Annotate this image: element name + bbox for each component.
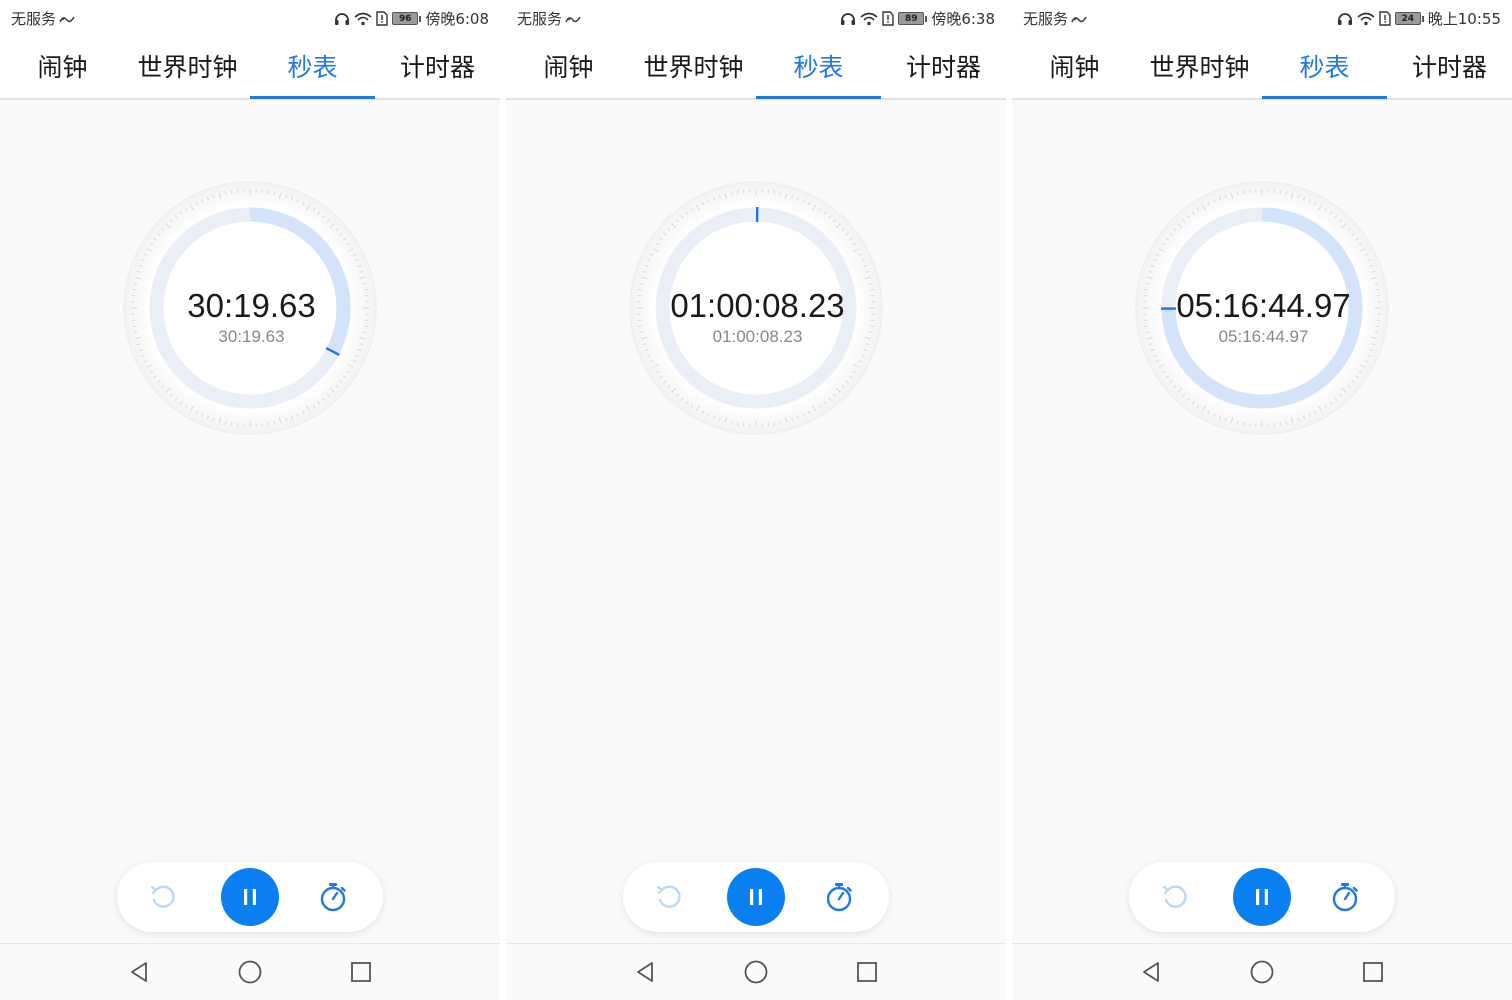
- back-icon: [1139, 960, 1163, 984]
- recents-button[interactable]: [853, 958, 881, 986]
- home-button[interactable]: [236, 958, 264, 986]
- carrier-label: 无服务: [11, 10, 57, 28]
- stopwatch-screen-2: 无服务 89 傍晚6:38 闹钟 世界时钟 秒表 计时器 01:00:08.23…: [506, 0, 1006, 1000]
- active-tab-indicator: [250, 96, 375, 99]
- battery-icon: 89: [898, 12, 928, 25]
- recents-button[interactable]: [347, 958, 375, 986]
- wifi-icon: [354, 12, 372, 26]
- lap-time: 30:19.63: [218, 327, 285, 346]
- pause-button[interactable]: [727, 868, 785, 926]
- pause-icon: [745, 886, 767, 908]
- lap-time: 01:00:08.23: [712, 327, 803, 346]
- tab-world-clock[interactable]: 世界时钟: [631, 34, 756, 98]
- tab-alarm[interactable]: 闹钟: [506, 34, 631, 98]
- elapsed-time: 30:19.63: [187, 287, 316, 324]
- wifi-icon: [1357, 12, 1375, 26]
- tab-bar: 闹钟 世界时钟 秒表 计时器: [1012, 34, 1512, 100]
- home-icon: [237, 959, 263, 985]
- headset-icon: [334, 12, 350, 26]
- reset-icon: [653, 881, 685, 913]
- pause-icon: [1251, 886, 1273, 908]
- no-signal-icon: [59, 13, 75, 25]
- back-icon: [633, 960, 657, 984]
- home-icon: [743, 959, 769, 985]
- tab-world-clock[interactable]: 世界时钟: [1137, 34, 1262, 98]
- tab-world-clock[interactable]: 世界时钟: [125, 34, 250, 98]
- status-time: 傍晚6:38: [931, 10, 995, 28]
- tab-stopwatch[interactable]: 秒表: [1262, 34, 1387, 98]
- control-bar: [117, 862, 383, 932]
- home-icon: [1249, 959, 1275, 985]
- active-tab-indicator: [1262, 96, 1387, 99]
- tab-stopwatch[interactable]: 秒表: [756, 34, 881, 98]
- control-bar: [1129, 862, 1395, 932]
- status-time: 晚上10:55: [1427, 10, 1501, 28]
- recents-button[interactable]: [1359, 958, 1387, 986]
- pause-icon: [239, 886, 261, 908]
- recents-icon: [855, 960, 879, 984]
- headset-icon: [840, 12, 856, 26]
- battery-icon: 96: [392, 12, 422, 25]
- tab-timer[interactable]: 计时器: [375, 34, 500, 98]
- tab-timer[interactable]: 计时器: [1387, 34, 1512, 98]
- reset-icon: [1159, 881, 1191, 913]
- active-tab-indicator: [756, 96, 881, 99]
- wifi-icon: [860, 12, 878, 26]
- home-button[interactable]: [742, 958, 770, 986]
- control-bar: [623, 862, 889, 932]
- back-button[interactable]: [1137, 958, 1165, 986]
- elapsed-time: 01:00:08.23: [670, 287, 845, 324]
- sim-icon: [376, 11, 389, 26]
- tab-timer[interactable]: 计时器: [881, 34, 1006, 98]
- stopwatch-screen-1: 无服务 96 傍晚6:08 闹钟 世界时钟 秒表 计时器 30:19.63 30…: [0, 0, 500, 1000]
- sim-icon: [1379, 11, 1391, 26]
- system-nav-bar: [506, 943, 1006, 1000]
- system-nav-bar: [0, 943, 500, 1000]
- lap-button[interactable]: [315, 879, 351, 915]
- tab-alarm[interactable]: 闹钟: [0, 34, 125, 98]
- back-button[interactable]: [631, 958, 659, 986]
- status-bar: 无服务 24 晚上10:55: [1012, 0, 1512, 34]
- status-time: 傍晚6:08: [425, 10, 489, 28]
- home-button[interactable]: [1248, 958, 1276, 986]
- no-signal-icon: [1071, 13, 1087, 25]
- tab-bar: 闹钟 世界时钟 秒表 计时器: [0, 34, 500, 100]
- tab-stopwatch[interactable]: 秒表: [250, 34, 375, 98]
- reset-button[interactable]: [651, 879, 687, 915]
- status-bar: 无服务 89 傍晚6:38: [506, 0, 1006, 34]
- lap-stopwatch-icon: [1330, 881, 1360, 913]
- back-button[interactable]: [125, 958, 153, 986]
- no-signal-icon: [565, 13, 581, 25]
- reset-button[interactable]: [145, 879, 181, 915]
- carrier-label: 无服务: [517, 10, 563, 28]
- back-icon: [127, 960, 151, 984]
- lap-stopwatch-icon: [824, 881, 854, 913]
- carrier-label: 无服务: [1023, 10, 1069, 28]
- lap-button[interactable]: [821, 879, 857, 915]
- lap-button[interactable]: [1327, 879, 1363, 915]
- recents-icon: [1361, 960, 1385, 984]
- recents-icon: [349, 960, 373, 984]
- system-nav-bar: [1012, 943, 1512, 1000]
- screens-container: 无服务 96 傍晚6:08 闹钟 世界时钟 秒表 计时器 30:19.63 30…: [0, 0, 1512, 1000]
- reset-icon: [147, 881, 179, 913]
- headset-icon: [1337, 12, 1353, 26]
- tab-alarm[interactable]: 闹钟: [1012, 34, 1137, 98]
- lap-stopwatch-icon: [318, 881, 348, 913]
- pause-button[interactable]: [1233, 868, 1291, 926]
- pause-button[interactable]: [221, 868, 279, 926]
- battery-icon: 24: [1394, 12, 1424, 25]
- sim-icon: [882, 11, 895, 26]
- tab-bar: 闹钟 世界时钟 秒表 计时器: [506, 34, 1006, 100]
- status-bar: 无服务 96 傍晚6:08: [0, 0, 500, 34]
- reset-button[interactable]: [1157, 879, 1193, 915]
- lap-time: 05:16:44.97: [1218, 327, 1309, 346]
- elapsed-time: 05:16:44.97: [1176, 287, 1351, 324]
- stopwatch-screen-3: 无服务 24 晚上10:55 闹钟 世界时钟 秒表 计时器 05:16:44.9…: [1012, 0, 1512, 1000]
